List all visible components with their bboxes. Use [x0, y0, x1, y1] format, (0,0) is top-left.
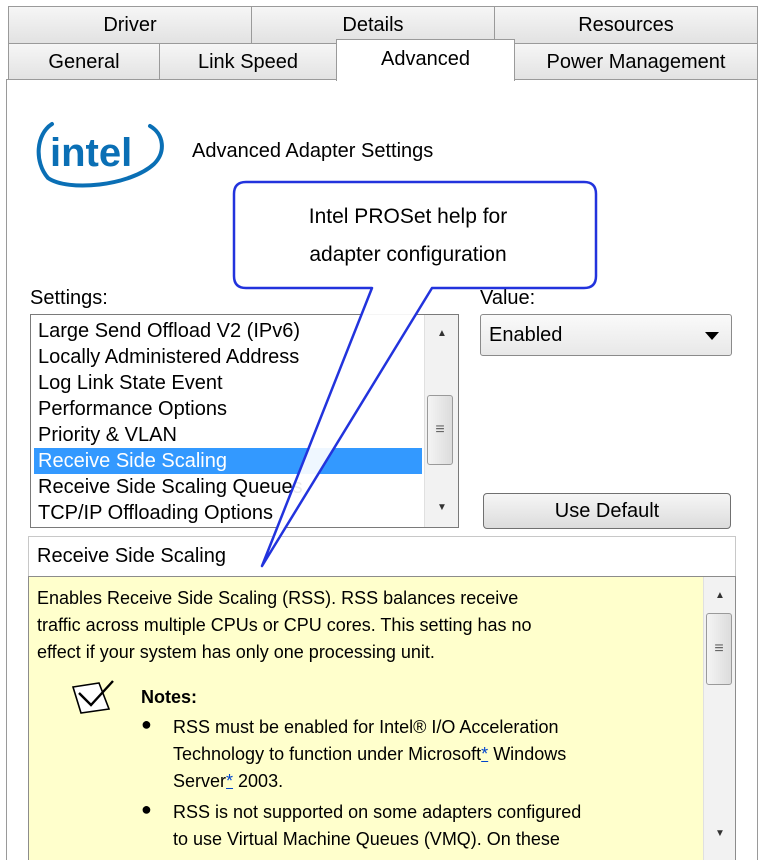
callout-bubble	[232, 180, 598, 568]
callout-line: adapter configuration	[309, 243, 507, 266]
callout-line: Intel PROSet help for	[308, 205, 508, 228]
callout-text: Intel PROSet help for adapter configurat…	[238, 198, 578, 274]
